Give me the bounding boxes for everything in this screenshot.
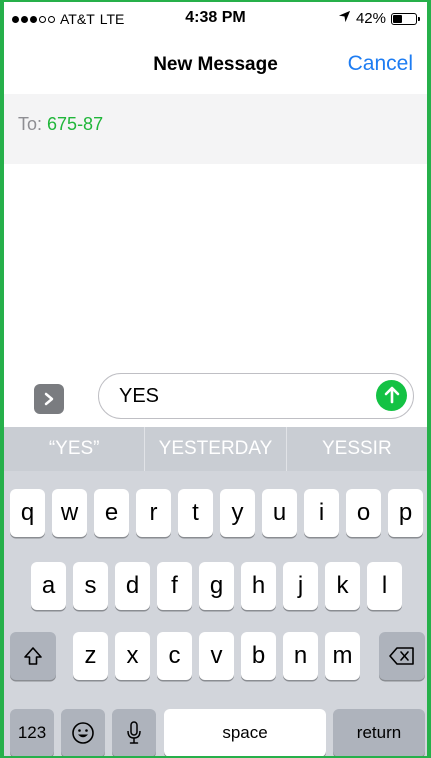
battery-percent: 42% xyxy=(355,10,386,27)
shift-key[interactable] xyxy=(10,632,56,680)
chevron-right-icon xyxy=(43,390,55,410)
backspace-icon xyxy=(389,645,415,672)
return-key[interactable]: return xyxy=(333,709,425,756)
key[interactable]: q xyxy=(10,489,45,537)
message-input[interactable]: YES xyxy=(98,373,414,419)
status-bar: AT&T LTE 4:38 PM 42% xyxy=(4,2,427,34)
key[interactable]: o xyxy=(346,489,381,537)
key[interactable]: r xyxy=(136,489,171,537)
space-key[interactable]: space xyxy=(164,709,326,756)
emoji-icon xyxy=(71,722,95,751)
key[interactable]: x xyxy=(115,632,150,680)
status-right: 42% xyxy=(338,10,420,27)
key[interactable]: c xyxy=(157,632,192,680)
key[interactable]: i xyxy=(304,489,339,537)
delete-key[interactable] xyxy=(379,632,425,680)
key[interactable]: l xyxy=(367,562,402,610)
battery-icon xyxy=(391,12,420,25)
key[interactable]: f xyxy=(157,562,192,610)
keyboard: “YES” YESTERDAY YESSIR q w e r t y u i o… xyxy=(4,427,427,756)
location-arrow-icon xyxy=(338,10,351,27)
key[interactable]: e xyxy=(94,489,129,537)
shift-icon xyxy=(22,646,44,673)
microphone-icon xyxy=(126,721,142,751)
key[interactable]: w xyxy=(52,489,87,537)
numbers-key[interactable]: 123 xyxy=(10,709,54,756)
key[interactable]: y xyxy=(220,489,255,537)
prediction-suggestion[interactable]: YESSIR xyxy=(287,427,427,471)
key[interactable]: n xyxy=(283,632,318,680)
key[interactable]: s xyxy=(73,562,108,610)
key[interactable]: v xyxy=(199,632,234,680)
battery-fill xyxy=(393,14,403,23)
key[interactable]: g xyxy=(199,562,234,610)
prediction-suggestion[interactable]: YESTERDAY xyxy=(145,427,287,471)
key[interactable]: k xyxy=(325,562,360,610)
key[interactable]: a xyxy=(31,562,66,610)
key[interactable]: d xyxy=(115,562,150,610)
key[interactable]: j xyxy=(283,562,318,610)
predictive-bar: “YES” YESTERDAY YESSIR xyxy=(4,427,427,471)
key[interactable]: p xyxy=(388,489,423,537)
microphone-key[interactable] xyxy=(112,709,156,756)
emoji-key[interactable] xyxy=(61,709,105,756)
key[interactable]: u xyxy=(262,489,297,537)
key[interactable]: h xyxy=(241,562,276,610)
recipient-field[interactable]: To: 675-87 xyxy=(4,94,427,164)
message-text: YES xyxy=(119,385,160,407)
recipient-value[interactable]: 675-87 xyxy=(47,114,103,134)
phone-screen: AT&T LTE 4:38 PM 42% New Message Cancel … xyxy=(0,0,431,758)
send-button[interactable] xyxy=(376,380,407,411)
prediction-suggestion[interactable]: “YES” xyxy=(4,427,146,471)
nav-bar: New Message Cancel xyxy=(4,34,427,94)
key[interactable]: t xyxy=(178,489,213,537)
recipient-label: To: xyxy=(18,114,43,134)
expand-apps-button[interactable] xyxy=(34,384,64,414)
key[interactable]: b xyxy=(241,632,276,680)
key[interactable]: z xyxy=(73,632,108,680)
key[interactable]: m xyxy=(325,632,360,680)
cancel-button[interactable]: Cancel xyxy=(348,52,413,76)
arrow-up-icon xyxy=(384,386,400,409)
